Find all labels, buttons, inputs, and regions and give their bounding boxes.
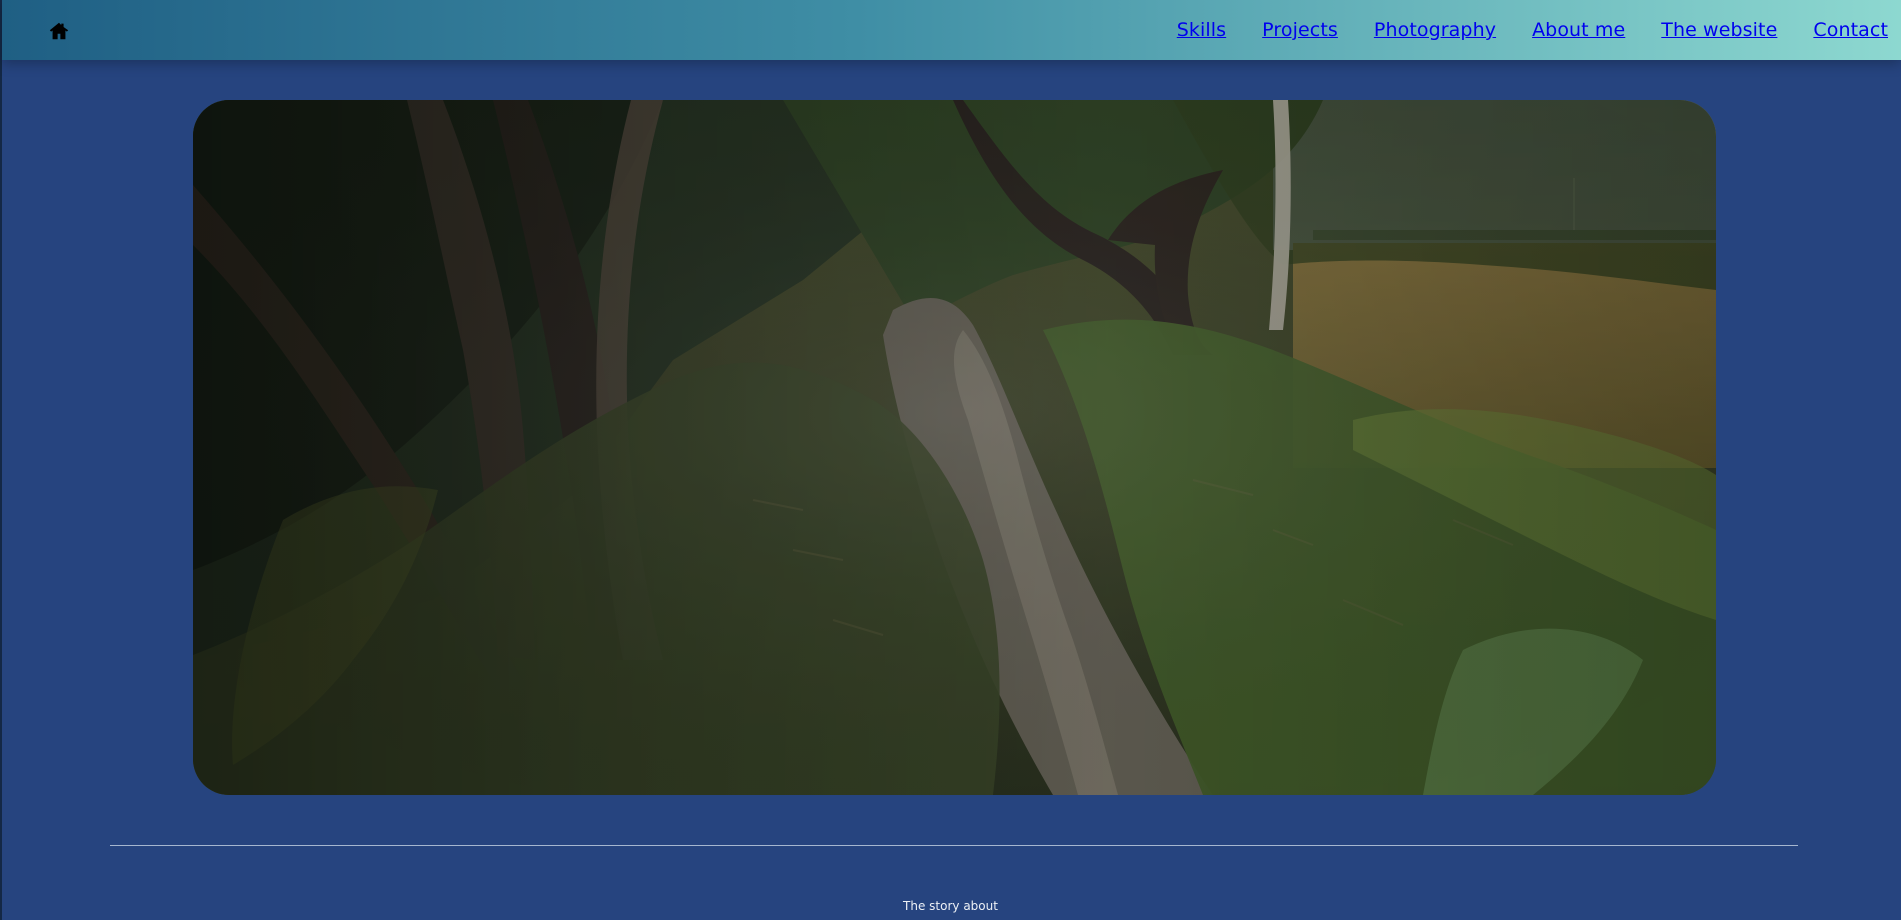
home-icon	[48, 20, 70, 42]
nav-skills[interactable]: Skills	[1177, 18, 1226, 42]
story-label: The story about	[903, 899, 998, 913]
main-menu: Skills Projects Photography About me The…	[1177, 18, 1888, 42]
home-link[interactable]	[48, 20, 70, 42]
forest-path-image	[193, 100, 1716, 795]
hero-image	[193, 100, 1716, 795]
nav-about-me[interactable]: About me	[1532, 18, 1625, 42]
page-edge	[0, 0, 2, 920]
nav-projects[interactable]: Projects	[1262, 18, 1338, 42]
top-navigation-bar: Skills Projects Photography About me The…	[2, 0, 1901, 60]
nav-the-website[interactable]: The website	[1661, 18, 1777, 42]
section-divider	[110, 845, 1798, 846]
nav-photography[interactable]: Photography	[1374, 18, 1496, 42]
nav-contact[interactable]: Contact	[1813, 18, 1888, 42]
